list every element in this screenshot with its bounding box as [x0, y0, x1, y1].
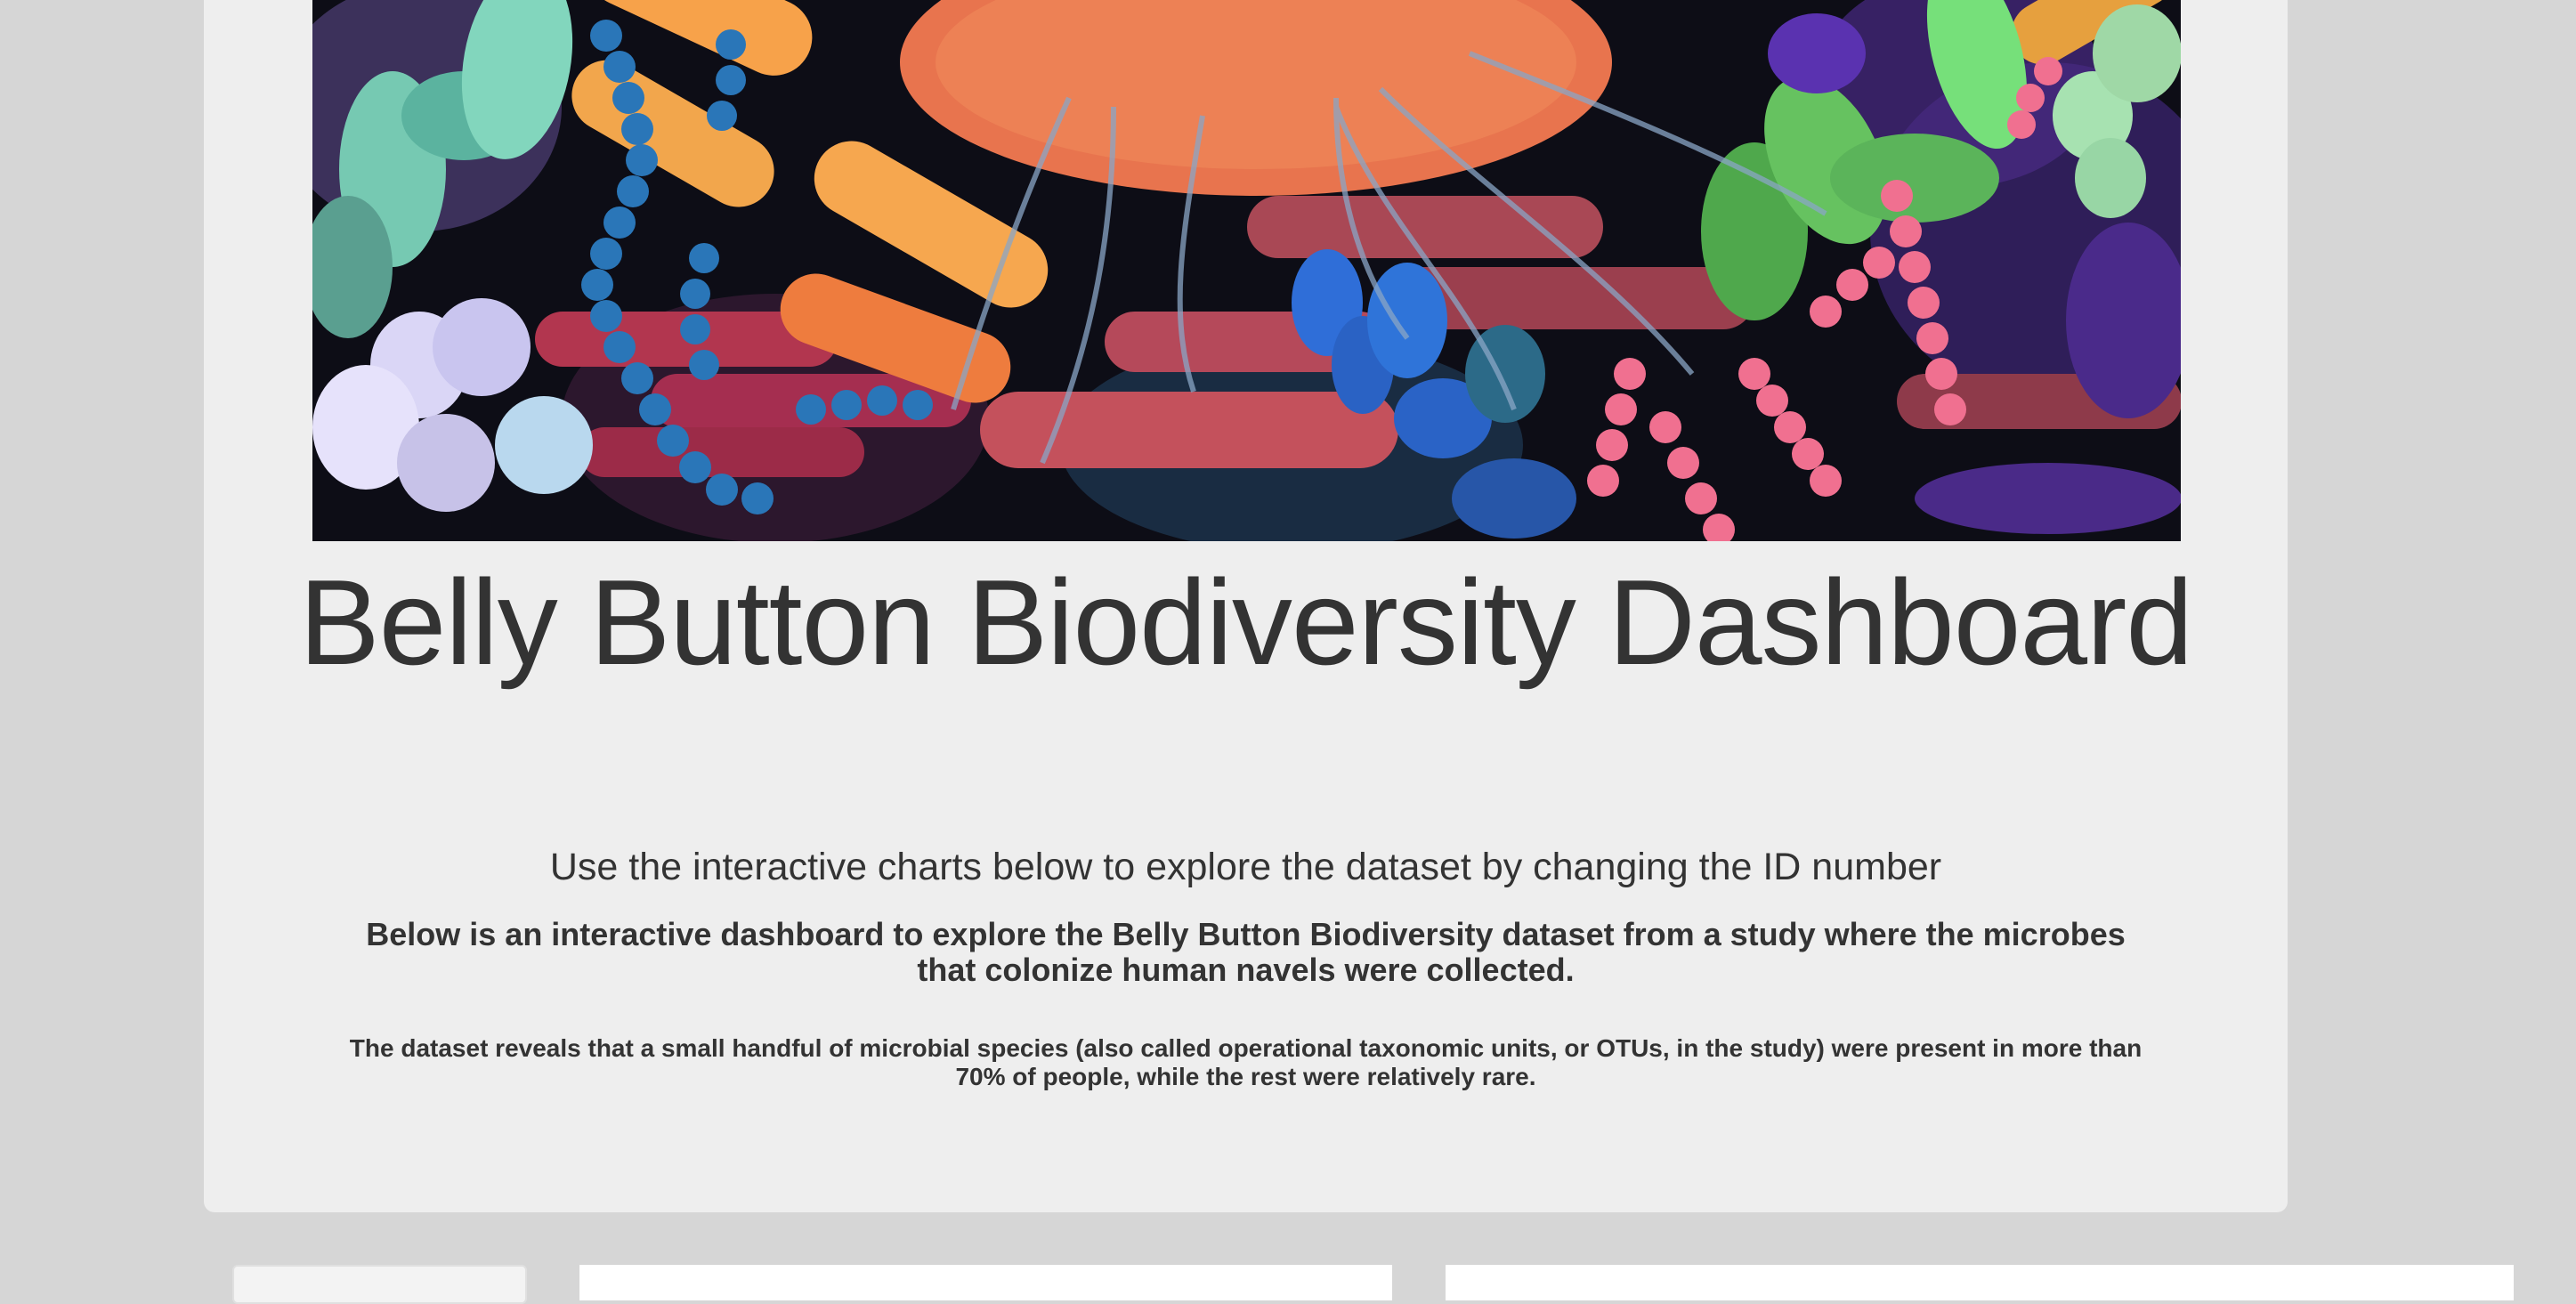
gauge-chart-panel [1446, 1265, 2514, 1300]
lead-text: Use the interactive charts below to expl… [549, 846, 1942, 888]
page-title: Belly Button Biodiversity Dashboard [299, 555, 2193, 690]
intro-text: Below is an interactive dashboard to exp… [366, 916, 2126, 988]
jumbotron: Belly Button Biodiversity Dashboard Use … [204, 0, 2288, 1212]
test-subject-select-panel [232, 1265, 527, 1304]
bar-chart-panel [579, 1265, 1392, 1300]
description-text: The dataset reveals that a small handful… [349, 1034, 2143, 1090]
microbiome-hero-image [312, 0, 2181, 541]
